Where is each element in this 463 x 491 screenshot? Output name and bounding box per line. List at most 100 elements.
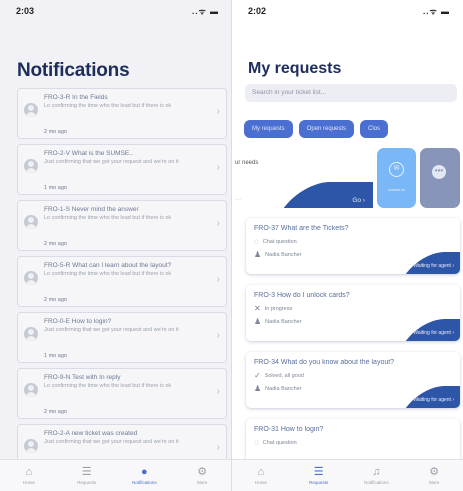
notification-body: Lo confirming the time who the lead but … <box>44 271 172 277</box>
chevron-right-icon: › <box>216 442 220 453</box>
more-icon: ⚙ <box>429 466 440 478</box>
chevron-right-icon: › <box>216 274 220 285</box>
tab-more[interactable]: ⚙ More <box>414 466 454 485</box>
tab-bar: ⌂ Home ☰ Requests ♫ Notifications ⚙ More <box>232 459 463 491</box>
app-frame: 2:03 ..ᯤ ▬ Notifications FRO-3-R In the … <box>0 0 463 491</box>
status-time: 2:03 <box>16 6 35 16</box>
notification-title: FRO-9-N Test with In reply <box>44 374 121 381</box>
tab-label: Requests <box>309 480 329 485</box>
request-agent: ♟ Nadia Bancher <box>254 318 302 326</box>
person-icon: ♟ <box>254 250 262 259</box>
tab-more[interactable]: ⚙ More <box>182 466 222 485</box>
notification-item[interactable]: FRO-2-V What is the SUMSE.. Just confirmi… <box>17 144 227 195</box>
status-label: Solved, all good <box>264 373 304 379</box>
notification-body: Just confirming that we got your request… <box>44 439 179 445</box>
avatar <box>24 159 38 173</box>
tab-label: Notifications <box>132 480 157 485</box>
hero-subtext: ...... <box>235 196 242 201</box>
waiting-for-agent-button[interactable]: Waiting for agent › <box>413 330 454 336</box>
hero-banner[interactable]: ur needs ...... Go › <box>233 148 373 208</box>
notification-time: 2 mo ago <box>44 241 67 247</box>
avatar <box>24 327 38 341</box>
tab-notifications[interactable]: ♫ Notifications <box>356 466 396 485</box>
contact-us-label: Contact Us <box>387 188 406 192</box>
filter-chip[interactable]: My requests <box>244 120 293 138</box>
waiting-for-agent-button[interactable]: Waiting for agent › <box>413 263 454 269</box>
notification-item[interactable]: FRO-1-S Never mind the answer Lo confirmi… <box>17 200 227 251</box>
notification-title: FRO-0-E How to login? <box>44 318 112 325</box>
home-icon: ⌂ <box>25 466 33 478</box>
request-title: FRO-34 What do you know about the layout… <box>254 359 395 366</box>
notifications-icon: ♫ <box>372 466 381 478</box>
request-status: ✕ In progress <box>254 305 292 313</box>
notification-title: FRO-2-A new ticket was created <box>44 430 138 437</box>
notification-time: 2 mo ago <box>44 129 67 135</box>
tab-requests[interactable]: ☰ Requests <box>67 466 107 485</box>
tab-notifications[interactable]: ● Notifications <box>124 466 164 485</box>
page-title: Notifications <box>17 60 130 81</box>
status-icon: ✕ <box>254 304 261 313</box>
chevron-right-icon: › <box>216 330 220 341</box>
tab-label: More <box>196 480 208 485</box>
waiting-for-agent-button[interactable]: Waiting for agent › <box>413 397 454 403</box>
tab-home[interactable]: ⌂ Home <box>9 466 49 485</box>
home-icon: ⌂ <box>257 466 265 478</box>
notification-body: Lo confirming the time who the lead but … <box>44 215 172 221</box>
request-card[interactable]: FRO-37 What are the Tickets? ◌ Chat questi… <box>246 218 460 274</box>
status-icon: ◌ <box>254 237 259 246</box>
notification-item[interactable]: FRO-5-R What can I learn about the layou… <box>17 256 227 307</box>
request-status: ◌ Chat question <box>254 439 297 447</box>
notification-title: FRO-2-V What is the SUMSE.. <box>44 150 133 157</box>
hero-wave <box>277 182 373 208</box>
status-bar: 2:03 ..ᯤ ▬ <box>0 0 231 22</box>
status-label: Chat question <box>262 440 297 446</box>
hero-go-button[interactable]: Go › <box>352 197 365 204</box>
notification-body: Lo confirming the time who the lead but … <box>44 383 172 389</box>
filter-chip[interactable]: Open requests <box>298 120 355 138</box>
notification-title: FRO-1-S Never mind the answer <box>44 206 139 213</box>
agent-name: Nadia Bancher <box>265 319 302 325</box>
tab-label: Requests <box>77 480 97 485</box>
chat-icon: ✉ <box>389 162 404 177</box>
agent-name: Nadia Bancher <box>265 386 302 392</box>
tab-label: Notifications <box>364 480 389 485</box>
notification-time: 1 mo ago <box>44 353 67 359</box>
avatar <box>24 103 38 117</box>
notification-item[interactable]: FRO-0-E How to login? Just confirming tha… <box>17 312 227 363</box>
request-card[interactable]: FRO-3 How do I unlock cards? ✕ In progress… <box>246 285 460 341</box>
chevron-right-icon: › <box>216 162 220 173</box>
status-label: In progress <box>264 306 293 312</box>
requests-icon: ☰ <box>81 466 92 478</box>
contact-us-button[interactable]: ✉ Contact Us <box>377 148 416 208</box>
notifications-screen: 2:03 ..ᯤ ▬ Notifications FRO-3-R In the … <box>0 0 231 491</box>
more-icon: ••• <box>432 165 446 179</box>
tab-label: Home <box>254 480 267 485</box>
page-title: My requests <box>248 60 342 77</box>
search-input[interactable]: Search in your ticket list... <box>245 84 457 102</box>
request-agent: ♟ Nadia Bancher <box>254 385 302 393</box>
person-icon: ♟ <box>254 384 262 393</box>
more-actions-button[interactable]: ••• <box>420 148 460 208</box>
chevron-right-icon: › <box>216 218 220 229</box>
notification-title: FRO-3-R In the Fields <box>44 94 108 101</box>
request-list: FRO-37 What are the Tickets? ◌ Chat questi… <box>246 218 460 486</box>
tab-bar: ⌂ Home ☰ Requests ● Notifications ⚙ More <box>0 459 231 491</box>
request-title: FRO-3 How do I unlock cards? <box>254 292 350 299</box>
request-status: ◌ Chat question <box>254 238 297 246</box>
request-card[interactable]: FRO-34 What do you know about the layout… <box>246 352 460 408</box>
notification-list: FRO-3-R In the Fields Lo confirming the t… <box>17 88 227 480</box>
notification-body: Just confirming that we got your request… <box>44 327 179 333</box>
notification-item[interactable]: FRO-9-N Test with In reply Lo confirming … <box>17 368 227 419</box>
chevron-right-icon: › <box>216 386 220 397</box>
notification-time: 2 mo ago <box>44 297 67 303</box>
notification-body: Lo confirming the time who the lead but … <box>44 103 172 109</box>
filter-chips: My requests Open requests Clos <box>244 120 389 138</box>
tab-requests[interactable]: ☰ Requests <box>299 466 339 485</box>
request-status: ✓ Solved, all good <box>254 372 304 380</box>
request-title: FRO-37 What are the Tickets? <box>254 225 349 232</box>
agent-name: Nadia Bancher <box>265 252 302 258</box>
filter-chip[interactable]: Clos <box>360 120 389 138</box>
avatar <box>24 215 38 229</box>
notification-item[interactable]: FRO-3-R In the Fields Lo confirming the t… <box>17 88 227 139</box>
tab-home[interactable]: ⌂ Home <box>241 466 281 485</box>
